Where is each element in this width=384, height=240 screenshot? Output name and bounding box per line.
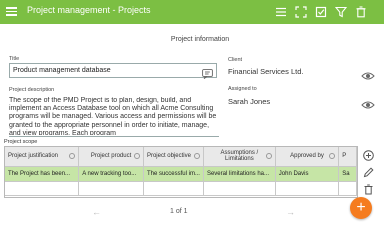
previous-page-button[interactable]: ← [92, 207, 101, 217]
checklist-icon[interactable] [313, 4, 328, 19]
client-value: Financial Services Ltd. [228, 67, 304, 76]
title-label: Title [9, 56, 20, 62]
column-header[interactable]: Project product [78, 147, 144, 167]
table-row-empty [5, 181, 357, 196]
pencil-icon[interactable] [362, 166, 374, 178]
sort-icon[interactable] [265, 153, 272, 159]
table-cell [203, 181, 276, 196]
eye-icon[interactable] [361, 97, 375, 109]
fullscreen-icon[interactable] [293, 4, 308, 19]
sort-icon[interactable] [193, 153, 200, 159]
page-indicator: 1 of 1 [170, 208, 188, 215]
trash-icon[interactable] [362, 183, 374, 195]
table-cell [275, 181, 340, 196]
add-circle-icon[interactable] [362, 149, 374, 161]
list-icon[interactable] [273, 4, 288, 19]
assigned-label: Assigned to [228, 86, 257, 92]
table-row[interactable]: The Project has been... A new tracking t… [5, 166, 357, 182]
sort-icon[interactable] [329, 153, 336, 159]
table-cell [78, 181, 144, 196]
table-cell [5, 181, 80, 196]
description-field[interactable]: The scope of the PMD Project is to plan,… [9, 97, 219, 135]
assigned-value: Sarah Jones [228, 97, 271, 106]
title-bar: Project management - Projects [0, 0, 384, 24]
description-label: Project description [9, 87, 55, 93]
column-header[interactable]: Project objective [143, 147, 204, 167]
table-cell[interactable]: The successful im... [143, 166, 204, 182]
app-title: Project management - Projects [27, 5, 151, 15]
edit-note-icon[interactable] [202, 66, 213, 84]
client-label: Client [228, 57, 243, 63]
filter-icon[interactable] [333, 4, 348, 19]
toolbar-actions [273, 4, 368, 19]
scope-grid: Project justification Project product Pr… [4, 146, 358, 198]
scope-label: Project scope [4, 139, 38, 145]
section-title: Project information [170, 36, 230, 43]
column-header[interactable]: Approved by [275, 147, 340, 167]
table-cell [338, 181, 357, 196]
table-cell[interactable]: Several limitations ha... [203, 166, 276, 182]
table-cell[interactable]: John Davis [275, 166, 340, 182]
column-header[interactable]: Project justification [5, 147, 80, 167]
add-button[interactable]: + [350, 197, 372, 219]
column-header[interactable]: P [338, 147, 357, 167]
menu-icon[interactable] [6, 5, 18, 19]
column-header[interactable]: Assumptions / Limitations [203, 147, 276, 167]
table-cell[interactable]: A new tracking too... [78, 166, 144, 182]
title-field[interactable]: Product management database [9, 63, 217, 80]
table-cell [143, 181, 204, 196]
next-page-button[interactable]: → [286, 207, 295, 217]
description-underline [9, 136, 219, 137]
sort-icon[interactable] [69, 153, 76, 159]
table-cell[interactable]: The Project has been... [5, 166, 80, 182]
table-cell[interactable]: Sa [338, 166, 357, 182]
grid-header-row: Project justification Project product Pr… [5, 147, 357, 167]
sort-icon[interactable] [133, 153, 140, 159]
eye-icon[interactable] [361, 68, 375, 80]
title-value: Product management database [13, 67, 111, 74]
trash-icon[interactable] [353, 4, 368, 19]
